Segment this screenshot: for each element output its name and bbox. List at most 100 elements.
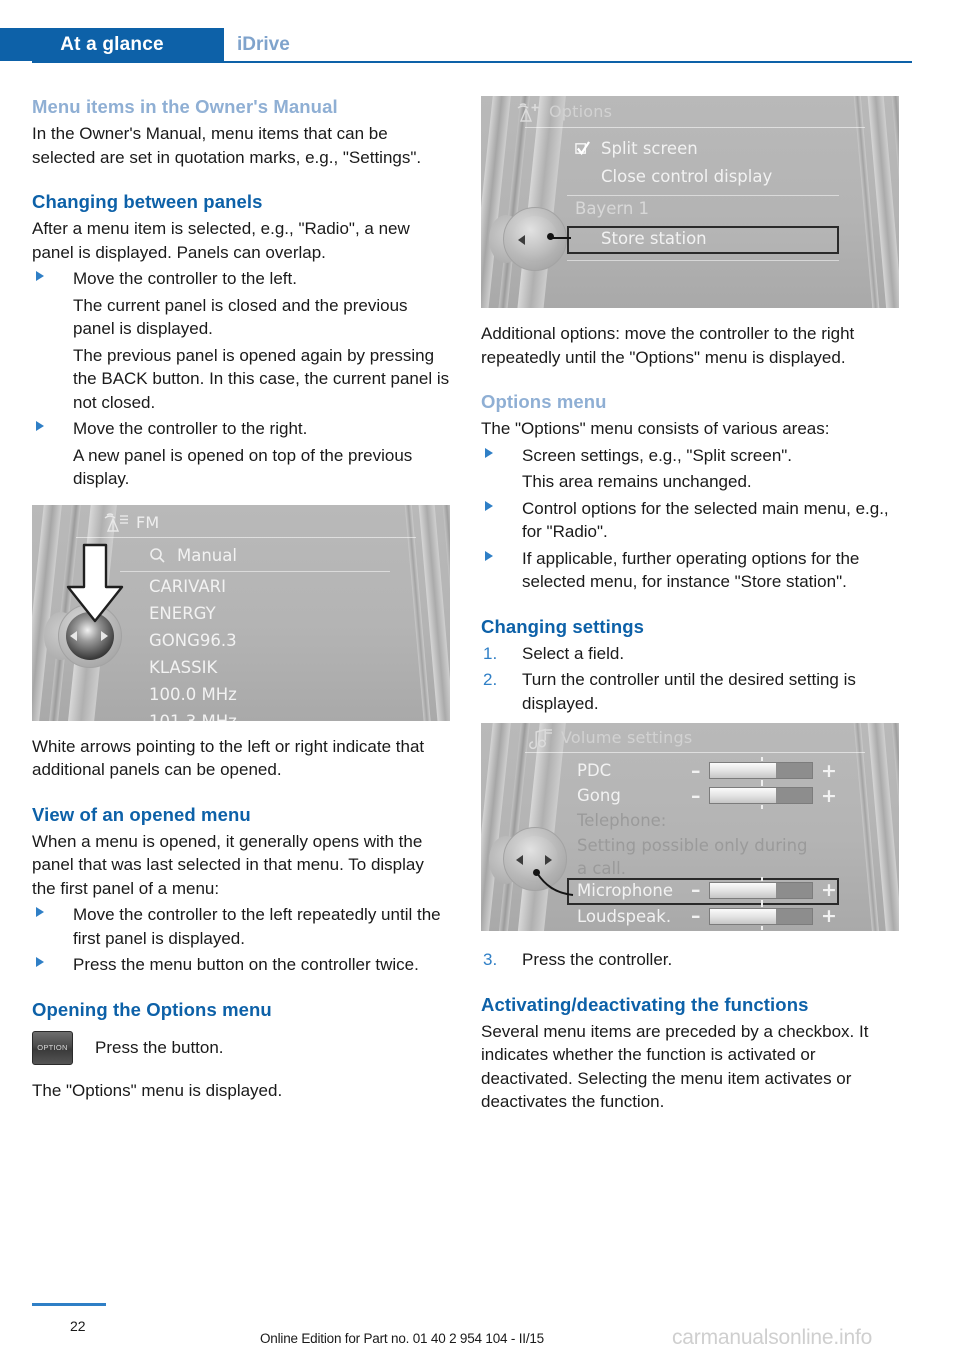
radio-antenna-list-icon [104,512,128,532]
paragraph-options-menu: The "Options" menu consists of various a… [481,419,830,438]
list-item-label: If applicable, further operating options… [522,548,860,592]
watermark: carmanualsonline.info [672,1326,873,1349]
list-item-label: Press the controller. [522,950,673,969]
tab-at-a-glance[interactable]: At a glance [0,28,224,61]
bullet-list-options-menu: Screen settings, e.g., "Split screen". T… [481,444,901,594]
fm-station-item[interactable]: GONG96.3 [149,631,237,650]
leader-line [536,872,574,896]
bullet-list-opened-menu: Move the controller to the left repeated… [32,903,452,977]
list-number: 1. [483,643,498,663]
paragraph-view-opened-menu: When a menu is opened, it generally open… [32,831,424,898]
volume-slider[interactable] [709,877,813,904]
heading-changing-settings: Changing settings [481,615,645,637]
volume-slider[interactable] [709,903,813,930]
checkbox-checked-icon[interactable] [575,141,590,156]
list-item-label: Select a field. [522,643,625,663]
leader-dot [547,233,554,240]
plus-icon[interactable]: + [821,907,837,926]
paragraph-activating-deactivating: Several menu items are preceded by a che… [481,1021,869,1112]
triangle-bullet-icon [36,271,44,281]
option-button-caption: Press the button. [95,1037,224,1057]
option-button-row: OPTION Press the button. [32,1030,452,1065]
options-item-split-screen[interactable]: Split screen [601,139,698,158]
paragraph-changing-between-panels: After a menu item is selected, e.g., "Ra… [32,219,410,262]
caption-white-arrows: White arrows pointing to the left or rig… [32,736,425,780]
tab-idrive[interactable]: iDrive [237,28,290,61]
triangle-bullet-icon [485,550,493,561]
fm-station-item[interactable]: 101.3 MHz [149,712,237,721]
options-screen-image: Options Split screen Close control displ… [481,96,899,308]
heading-changing-between-panels: Changing between panels [32,191,263,212]
fm-station-item[interactable]: CARIVARI [149,577,226,596]
plus-icon[interactable]: + [821,762,837,781]
triangle-bullet-icon [36,421,44,431]
list-item: Screen settings, e.g., "Split screen". [481,444,901,468]
fm-search-label[interactable]: Manual [177,546,237,565]
leader-line [551,237,571,239]
volume-settings-screen-image: Volume settings PDC – + Gong – + Telepho… [481,723,899,931]
list-item-sub: The previous panel is opened again by pr… [73,345,450,412]
volume-screen-title: Volume settings [561,728,693,747]
triangle-bullet-icon [36,907,44,917]
numbered-list-step3: 3. Press the controller. [481,948,901,972]
volume-row-label[interactable]: PDC [577,761,611,780]
fm-station-item[interactable]: KLASSIK [149,658,217,677]
header-divider [32,61,912,63]
list-item: Press the menu button on the controller … [32,953,452,977]
fm-station-item[interactable]: ENERGY [149,604,216,623]
minus-icon[interactable]: – [691,881,701,900]
list-item-label: Turn the controller until the desired se… [522,670,856,713]
page-header: At a glance iDrive [0,28,960,61]
list-item: Control options for the selected main me… [481,497,901,544]
volume-row-label[interactable]: Loudspeak. [577,907,671,926]
fm-screen-image: FM Manual CARIVARI ENERGY GONG96.3 KLASS… [32,504,450,721]
list-item-sub: The current panel is closed and the prev… [73,295,408,339]
heading-activating-deactivating: Activating/deactivating the functions [481,993,809,1015]
list-number: 2. [483,670,498,689]
list-item-label: Screen settings, e.g., "Split screen". [522,445,793,465]
heading-opening-options-menu: Opening the Options menu [32,998,272,1020]
option-button-icon[interactable]: OPTION [32,1030,73,1065]
triangle-bullet-icon [485,500,493,511]
list-item-sub: A new panel is opened on top of the prev… [73,445,413,489]
fm-station-item[interactable]: 100.0 MHz [149,685,237,704]
list-item: Move the controller to the right. [32,417,452,441]
list-item: Move the controller to the left. [32,267,452,291]
footer-divider [32,1303,106,1306]
paragraph-menu-items: In the Owner's Manual, menu items that c… [32,124,422,167]
paragraph-additional-options: Additional options: move the controller … [481,324,855,367]
music-note-speaker-icon [529,728,552,750]
minus-icon[interactable]: – [691,907,701,926]
page-number: 22 [70,1318,86,1334]
volume-row-label[interactable]: Microphone [577,881,673,900]
numbered-list-changing-settings: 1. Select a field. 2. Turn the controlle… [481,642,901,716]
list-item-sub: This area remains unchanged. [522,472,752,491]
left-column: Menu items in the Owner's Manual In the … [32,96,452,1102]
options-item-close-control-display[interactable]: Close control display [601,167,772,186]
list-item-label: Move the controller to the left. [73,269,297,288]
list-item: 1. Select a field. [481,642,901,666]
plus-icon[interactable]: + [821,787,837,806]
magnifier-icon [150,547,165,563]
triangle-bullet-icon [485,447,493,458]
volume-row-label[interactable]: Gong [577,786,621,805]
list-item-label: Press the menu button on the controller … [73,955,419,974]
volume-slider[interactable] [709,782,813,809]
list-item: Move the controller to the left repeated… [32,903,452,950]
leader-dot [533,869,540,876]
plus-icon[interactable]: + [821,881,837,900]
heading-options-menu: Options menu [481,391,607,412]
minus-icon[interactable]: – [691,762,701,781]
radio-antenna-plus-icon [517,103,539,122]
triangle-bullet-icon [36,957,44,967]
minus-icon[interactable]: – [691,787,701,806]
list-item-label: Control options for the selected main me… [522,498,889,542]
options-item-store-station[interactable]: Store station [601,229,707,248]
list-item-label: Move the controller to the right. [73,419,308,438]
paragraph-options-displayed: The "Options" menu is displayed. [32,1080,283,1100]
volume-slider[interactable] [709,757,813,784]
right-column: Options Split screen Close control displ… [481,96,901,1114]
volume-telephone-note-line1: Setting possible only during [577,836,808,855]
heading-view-opened-menu: View of an opened menu [32,803,251,825]
list-number: 3. [483,950,498,969]
